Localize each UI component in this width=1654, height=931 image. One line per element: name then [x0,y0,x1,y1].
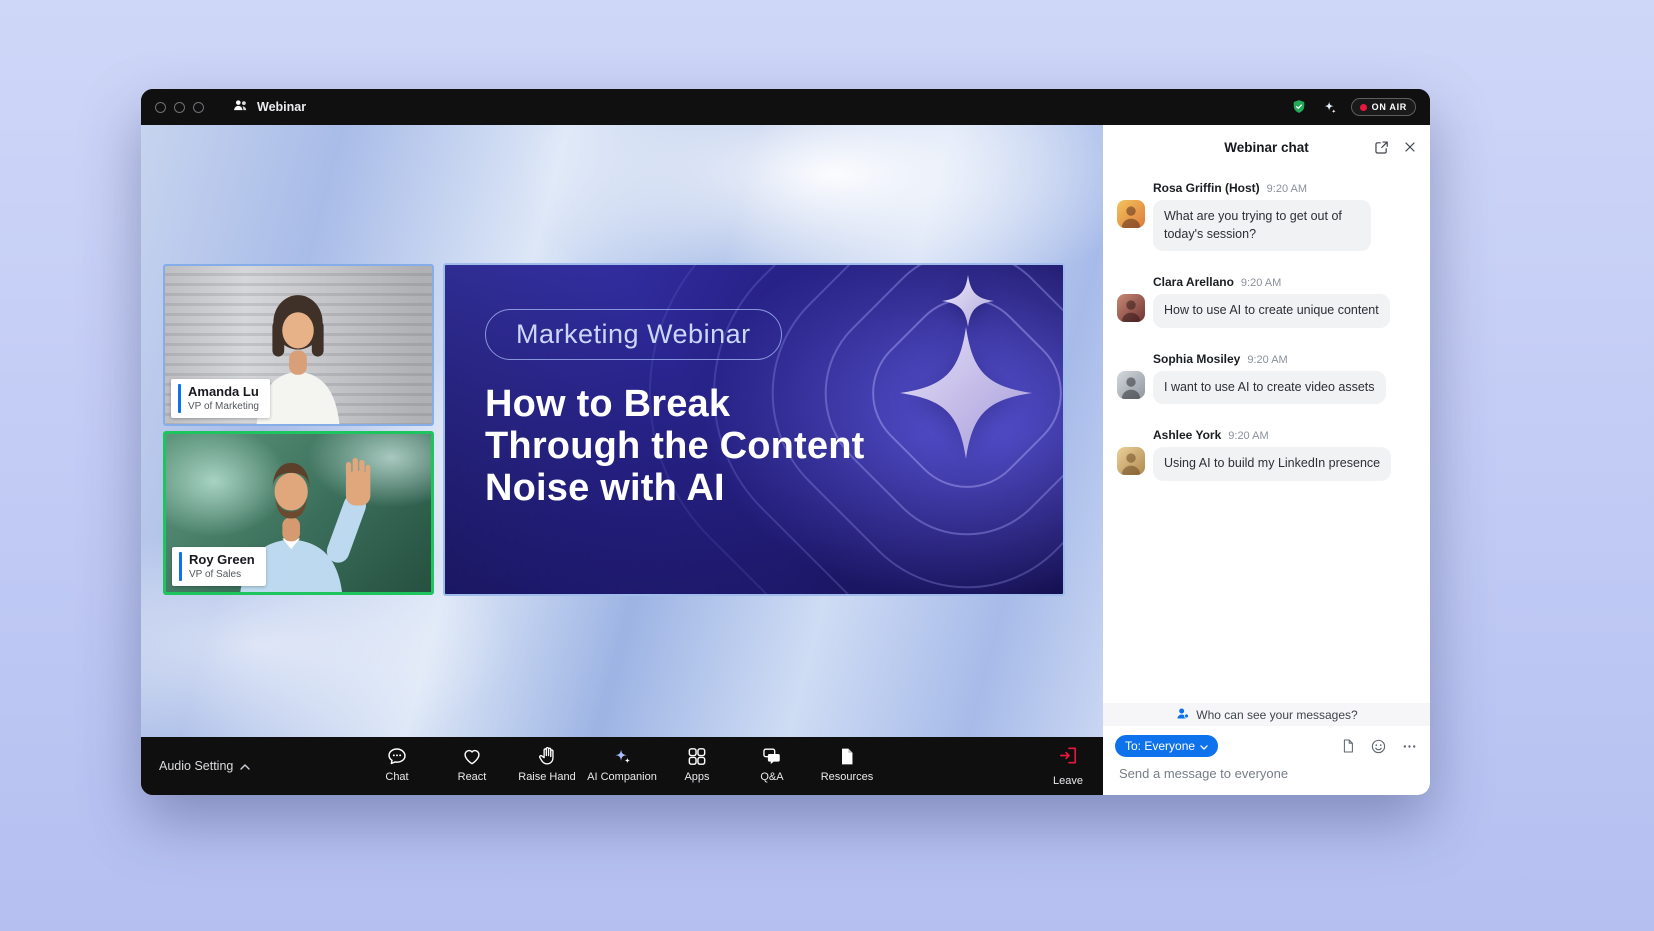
leave-icon [1057,744,1080,772]
window-controls [155,102,204,113]
chat-message: Ashlee York 9:20 AM Using AI to build my … [1117,428,1418,481]
message-bubble: What are you trying to get out of today'… [1153,200,1371,251]
message-author: Rosa Griffin (Host) [1153,181,1260,195]
chat-icon [386,744,409,768]
popout-icon[interactable] [1373,139,1390,156]
participant-role: VP of Sales [189,568,255,581]
person-check-icon [1175,706,1190,724]
avatar [1117,200,1145,228]
slide-badge: Marketing Webinar [485,309,782,360]
message-author: Sophia Mosiley [1153,352,1240,366]
more-options-icon[interactable] [1401,738,1418,755]
chat-composer: To: Everyone [1103,726,1430,761]
attach-file-icon[interactable] [1340,738,1356,754]
chat-message-input[interactable] [1119,766,1414,781]
avatar [1117,371,1145,399]
window-minimize-button[interactable] [174,102,185,113]
window-close-button[interactable] [155,102,166,113]
react-button[interactable]: React [435,744,510,783]
webinar-chat-panel: Webinar chat Rosa Griffin (Host) 9:20 AM [1103,125,1430,795]
chat-header: Webinar chat [1103,125,1430,169]
chat-message: Clara Arellano 9:20 AM How to use AI to c… [1117,275,1418,328]
avatar [1117,447,1145,475]
name-tag-accent [179,552,182,581]
chevron-down-icon [1200,739,1208,753]
message-time: 9:20 AM [1241,277,1281,289]
chat-message: Rosa Griffin (Host) 9:20 AM What are you … [1117,181,1418,251]
app-title: Webinar [232,97,306,117]
slide-title: How to Break Through the Content Noise w… [485,383,865,509]
titlebar: Webinar ON AIR [141,89,1430,125]
chevron-up-icon [240,759,250,773]
window-title: Webinar [257,100,306,114]
video-tile-amanda-lu[interactable]: Amanda Lu VP of Marketing [163,264,434,426]
shared-presentation-slide: Marketing Webinar How to Break Through t… [443,263,1065,596]
chat-message-list: Rosa Griffin (Host) 9:20 AM What are you … [1103,169,1430,703]
ai-companion-icon [611,744,634,768]
shield-check-icon[interactable] [1290,98,1308,116]
chat-message: Sophia Mosiley 9:20 AM I want to use AI t… [1117,352,1418,405]
apps-button[interactable]: Apps [660,744,735,783]
raise-hand-button[interactable]: Raise Hand [510,744,585,783]
on-air-dot [1360,104,1367,111]
ai-sparkle-icon[interactable] [1321,99,1338,116]
message-time: 9:20 AM [1267,183,1307,195]
message-time: 9:20 AM [1228,430,1268,442]
react-icon [461,744,484,768]
window-zoom-button[interactable] [193,102,204,113]
audio-setting-button[interactable]: Audio Setting [159,737,250,795]
chat-button[interactable]: Chat [360,744,435,783]
leave-button[interactable]: Leave [1053,744,1083,787]
message-bubble: I want to use AI to create video assets [1153,371,1386,405]
emoji-icon[interactable] [1370,738,1387,755]
meeting-toolbar: Audio Setting Chat [141,737,1103,795]
to-everyone-selector[interactable]: To: Everyone [1115,735,1218,757]
qa-button[interactable]: Q&A [735,744,810,783]
slide-star-shape [942,275,994,327]
message-author: Ashlee York [1153,428,1221,442]
participant-role: VP of Marketing [188,400,259,413]
raise-hand-icon [536,744,559,768]
name-tag: Amanda Lu VP of Marketing [171,379,270,418]
webinar-people-icon [232,97,249,117]
slide-star-shape [900,327,1032,459]
video-tile-roy-green[interactable]: Roy Green VP of Sales [163,431,434,595]
video-stage: Amanda Lu VP of Marketing [141,125,1103,737]
message-bubble: How to use AI to create unique content [1153,294,1390,328]
qa-icon [761,744,784,768]
close-icon[interactable] [1402,139,1418,155]
apps-icon [686,744,709,768]
avatar [1117,294,1145,322]
on-air-badge: ON AIR [1351,98,1416,116]
message-time: 9:20 AM [1247,354,1287,366]
resources-button[interactable]: Resources [810,744,885,783]
participant-name: Roy Green [189,552,255,568]
resources-icon [836,744,859,768]
privacy-note[interactable]: Who can see your messages? [1103,703,1430,726]
message-author: Clara Arellano [1153,275,1234,289]
participant-name: Amanda Lu [188,384,259,400]
name-tag-accent [178,384,181,413]
chat-input-row [1103,761,1430,795]
ai-companion-button[interactable]: AI Companion [585,744,660,783]
name-tag: Roy Green VP of Sales [172,547,266,586]
webinar-window: Webinar ON AIR [141,89,1430,795]
message-bubble: Using AI to build my LinkedIn presence [1153,447,1391,481]
